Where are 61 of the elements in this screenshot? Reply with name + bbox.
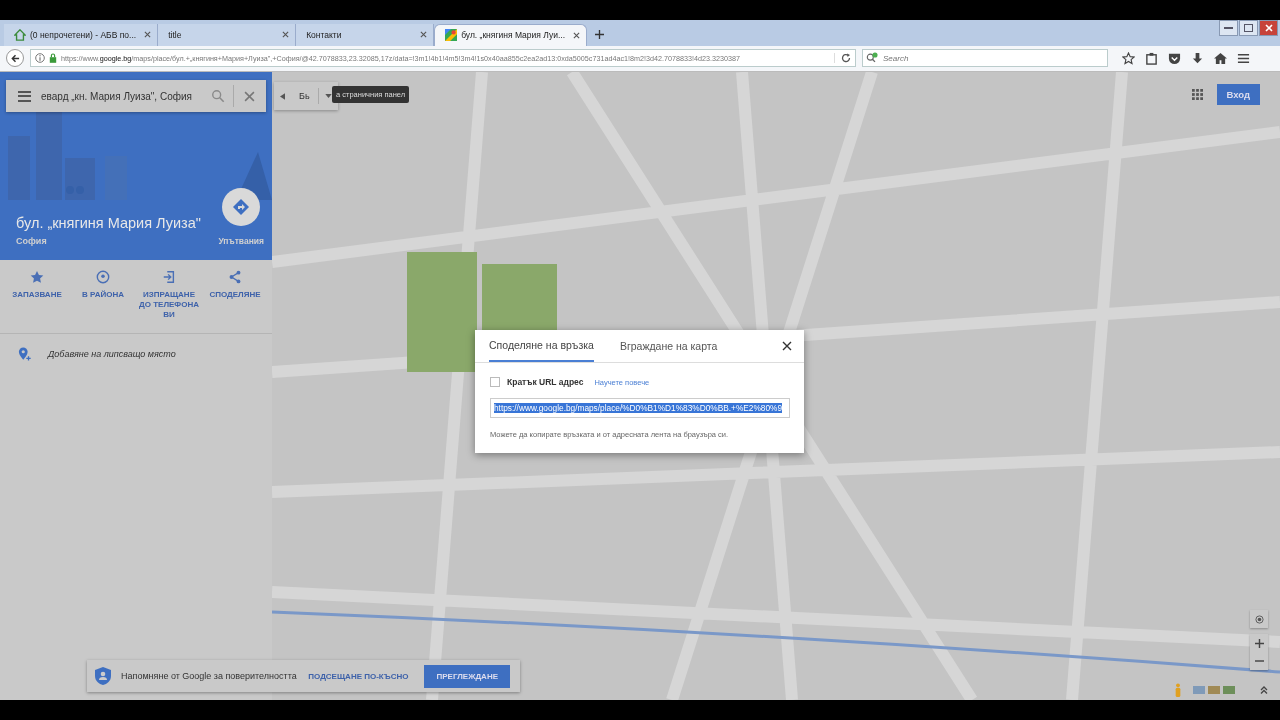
shield-person-icon bbox=[95, 667, 111, 685]
share-icon bbox=[228, 270, 242, 284]
close-icon[interactable] bbox=[573, 31, 581, 39]
clipboard-icon[interactable] bbox=[1145, 51, 1158, 65]
layer-thumbnail[interactable] bbox=[1223, 686, 1235, 694]
browser-tab[interactable]: title bbox=[158, 23, 297, 46]
star-icon[interactable] bbox=[1122, 51, 1135, 65]
checkbox-label: Кратък URL адрес bbox=[507, 377, 584, 387]
pocket-icon[interactable] bbox=[1168, 51, 1181, 65]
browser-tab[interactable]: Контакти bbox=[296, 23, 435, 46]
back-icon[interactable] bbox=[6, 49, 24, 68]
menu-icon[interactable] bbox=[18, 90, 31, 102]
browser-tab[interactable]: бул. „княгиня Мария Луи... bbox=[434, 23, 588, 46]
layer-thumbnail[interactable] bbox=[1208, 686, 1220, 694]
map-pin-icon bbox=[445, 29, 458, 41]
layer-thumbnail[interactable] bbox=[1193, 686, 1205, 694]
dropdown-icon[interactable] bbox=[324, 94, 332, 98]
place-action[interactable]: В РАЙОНА bbox=[72, 270, 134, 327]
location-pin-icon bbox=[96, 270, 110, 284]
checkbox[interactable] bbox=[490, 377, 500, 387]
info-icon bbox=[35, 53, 45, 64]
apps-grid-icon[interactable] bbox=[1191, 89, 1203, 100]
phone-send-icon bbox=[162, 270, 176, 284]
directions-icon bbox=[233, 199, 250, 215]
dialog-tab[interactable]: Вграждане на карта bbox=[619, 330, 718, 362]
home-icon[interactable] bbox=[1214, 51, 1227, 65]
restore-icon[interactable] bbox=[1239, 20, 1258, 36]
clear-icon[interactable] bbox=[244, 90, 255, 102]
search-icon bbox=[866, 52, 878, 65]
place-action[interactable]: СПОДЕЛЯНЕ bbox=[204, 270, 266, 327]
search-field[interactable]: Search bbox=[862, 49, 1108, 68]
layer-button[interactable]: Бь bbox=[291, 91, 318, 101]
close-icon[interactable] bbox=[782, 341, 792, 351]
new-tab-icon[interactable] bbox=[595, 29, 605, 39]
directions-button[interactable] bbox=[222, 188, 261, 226]
sign-in-button[interactable]: Вход bbox=[1216, 84, 1260, 105]
remind-later-button[interactable]: ПОДСЕЩАНЕ ПО-КЪСНО bbox=[302, 670, 415, 682]
home-icon bbox=[14, 28, 26, 41]
link-field[interactable]: https://www.google.bg/maps/place/%D0%B1%D1%83%D0%BB.+%E2%80%9 bbox=[490, 398, 790, 418]
place-title: бул. „княгиня Мария Луиза" bbox=[16, 215, 201, 231]
zoom-in-icon[interactable] bbox=[1254, 638, 1264, 648]
add-missing-place-link[interactable]: Добавяне на липсващо място bbox=[48, 348, 176, 359]
search-field[interactable]: евард „кн. Мария Луиза", София bbox=[41, 90, 209, 102]
collapse-panel-icon[interactable] bbox=[280, 92, 285, 100]
place-action[interactable]: ЗАПАЗВАНЕ bbox=[6, 270, 68, 327]
lock-icon bbox=[49, 53, 57, 64]
star-icon bbox=[30, 270, 44, 284]
download-icon[interactable] bbox=[1191, 51, 1204, 65]
my-location-button[interactable] bbox=[1250, 610, 1268, 628]
privacy-text: Напомняне от Google за поверителността bbox=[121, 671, 298, 681]
add-pin-icon[interactable] bbox=[18, 346, 32, 361]
expand-icon[interactable] bbox=[1260, 686, 1268, 694]
menu-icon[interactable] bbox=[1237, 51, 1250, 65]
minimize-icon[interactable] bbox=[1219, 20, 1238, 36]
reload-icon[interactable] bbox=[841, 53, 851, 64]
browser-tab[interactable]: (0 непрочетени) - АБВ по... bbox=[4, 23, 159, 46]
place-city: София bbox=[16, 236, 47, 246]
target-icon bbox=[1254, 614, 1264, 624]
review-button[interactable]: ПРЕГЛЕЖДАНЕ bbox=[424, 664, 510, 688]
place-action[interactable]: ИЗПРАЩАНЕ ДО ТЕЛЕФОНА ВИ bbox=[138, 270, 200, 327]
dialog-tab[interactable]: Споделяне на връзка bbox=[489, 330, 594, 362]
